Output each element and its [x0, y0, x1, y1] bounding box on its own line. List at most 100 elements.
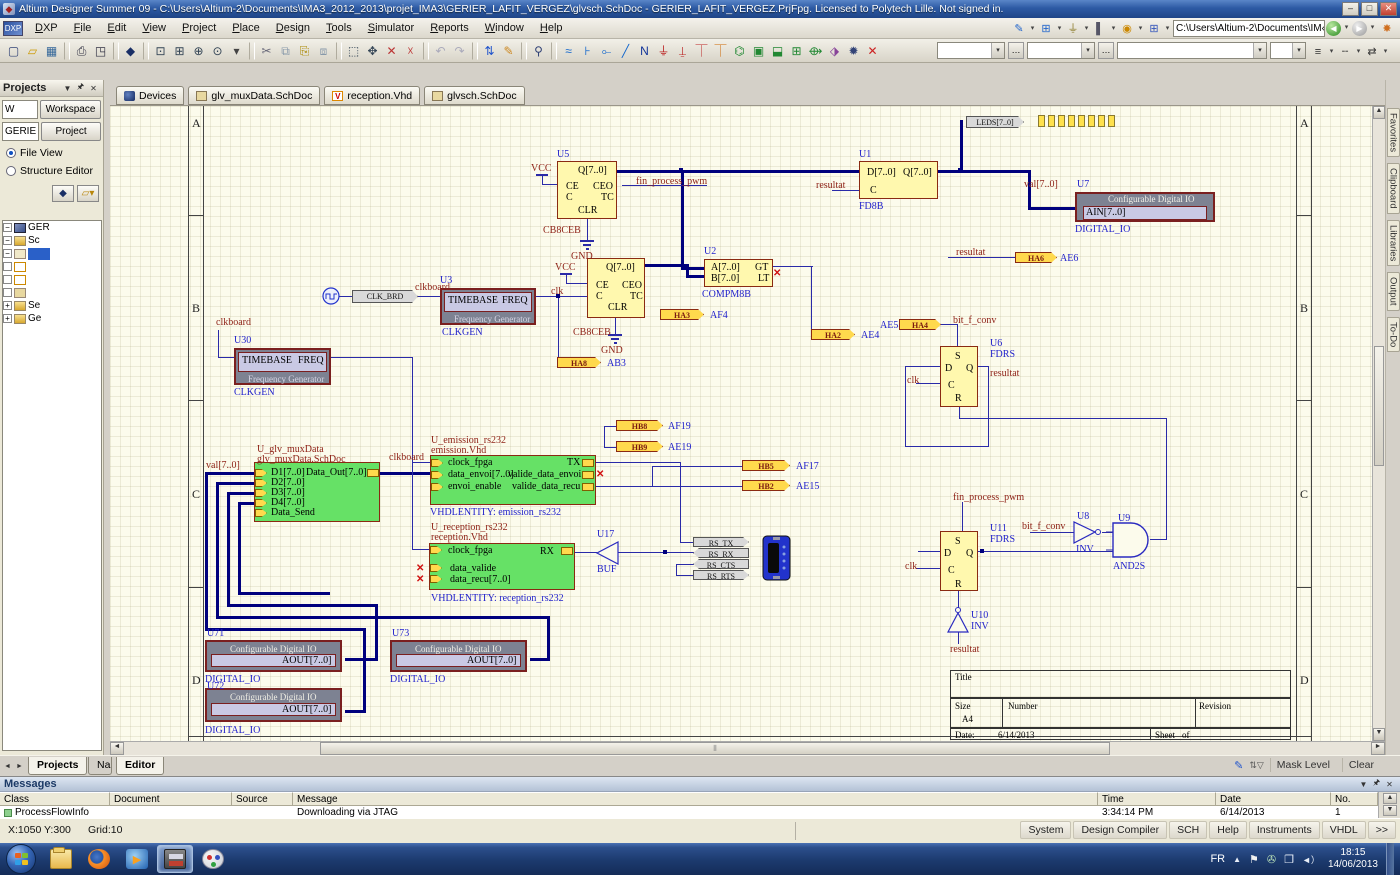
- place-text-icon[interactable]: ✹: [844, 41, 863, 60]
- taskbar-paint[interactable]: [195, 845, 231, 873]
- maximize-button[interactable]: □: [1361, 2, 1378, 16]
- zoom-in-icon[interactable]: ⊕: [189, 41, 208, 60]
- column-header[interactable]: Document: [110, 792, 232, 806]
- tab-glvsch[interactable]: glvsch.SchDoc: [424, 86, 524, 105]
- port-hb5[interactable]: HB5: [742, 460, 790, 471]
- net-label-vcc[interactable]: VCC: [531, 164, 552, 174]
- port-hb9[interactable]: HB9: [616, 441, 663, 452]
- column-header[interactable]: Message: [293, 792, 1098, 806]
- wire-ha4-s[interactable]: [957, 324, 958, 346]
- pin-label[interactable]: CE: [596, 281, 609, 291]
- net-label[interactable]: bit_f_conv: [953, 316, 996, 326]
- comment[interactable]: Configurable Digital IO: [230, 644, 316, 654]
- port-leds[interactable]: LEDS[7..0]: [966, 116, 1024, 128]
- copy-icon[interactable]: ⧉: [276, 41, 295, 60]
- wire-u6-c[interactable]: [916, 383, 940, 384]
- wire-u6-loop[interactable]: [988, 366, 989, 447]
- comment-fdrs[interactable]: FDRS: [990, 535, 1015, 545]
- wire-clkbrd[interactable]: [418, 296, 440, 297]
- bus-q-u1[interactable]: [938, 170, 1031, 173]
- pin-label[interactable]: AOUT[7..0]: [467, 656, 516, 666]
- pin-label[interactable]: S: [955, 537, 961, 547]
- bus-d4-wrap[interactable]: [238, 502, 241, 595]
- wire-clkbrd[interactable]: [339, 296, 352, 297]
- bus-u72-aout[interactable]: [345, 710, 365, 713]
- sheet-filename[interactable]: reception.Vhd: [431, 533, 488, 543]
- swap-icon[interactable]: ⇄: [1363, 43, 1381, 59]
- pin-label[interactable]: valide_data_recu: [512, 482, 580, 492]
- comment-inv[interactable]: INV: [971, 622, 989, 632]
- pin-label[interactable]: data_recu[7..0]: [450, 575, 511, 585]
- tab-reception-vhd[interactable]: V reception.Vhd: [324, 86, 420, 105]
- new-document-icon[interactable]: ▢: [4, 41, 23, 60]
- pin-label[interactable]: CLR: [578, 206, 597, 216]
- comment-clkgen[interactable]: CLKGEN: [442, 328, 483, 338]
- pin-valide-data-envoi[interactable]: [582, 471, 594, 479]
- wiring-tools-icon[interactable]: ✎: [1010, 20, 1028, 36]
- pin-label[interactable]: TC: [601, 193, 614, 203]
- tree-expander[interactable]: −: [3, 236, 12, 245]
- simulation-sources-icon[interactable]: ◉: [1118, 20, 1136, 36]
- bus-d1-wrap[interactable]: [205, 628, 366, 631]
- pin-label[interactable]: TX: [567, 458, 580, 468]
- pin-label[interactable]: TIMEBASE: [242, 356, 292, 366]
- project-button[interactable]: Project: [41, 122, 101, 141]
- wire-hb5-hb2[interactable]: [652, 466, 653, 486]
- designator-u73[interactable]: U73: [392, 629, 409, 639]
- pin-assign-ae19[interactable]: AE19: [668, 443, 691, 453]
- taskbar-firefox[interactable]: [81, 845, 117, 873]
- bus-d3-wrap[interactable]: [375, 604, 378, 661]
- zoom-selection-icon[interactable]: ⊙: [208, 41, 227, 60]
- place-no-erc-icon[interactable]: ✕: [863, 41, 882, 60]
- designator-u5[interactable]: U5: [557, 150, 569, 160]
- port-ha8[interactable]: HA8: [557, 357, 601, 368]
- designator-u11[interactable]: U11: [990, 524, 1007, 534]
- designator-u10[interactable]: U10: [971, 611, 988, 621]
- place-c-code-symbol-icon[interactable]: ⟴: [806, 41, 825, 60]
- wire-and-out[interactable]: [1166, 418, 1167, 540]
- start-button[interactable]: [6, 844, 36, 874]
- pin-label[interactable]: D: [945, 364, 952, 374]
- status-menu-button[interactable]: VHDL: [1322, 821, 1366, 839]
- gnd-bar[interactable]: [614, 342, 617, 344]
- pin-label[interactable]: C: [566, 193, 573, 203]
- path-combo[interactable]: C:\Users\Altium-2\Documents\IM‹: [1173, 20, 1325, 37]
- taskbar-altium[interactable]: [157, 845, 193, 873]
- port-clk-brd[interactable]: CLK_BRD: [352, 290, 418, 303]
- pin-label[interactable]: TC: [630, 292, 643, 302]
- menu-item[interactable]: Simulator: [360, 20, 422, 36]
- menu-item[interactable]: Reports: [422, 20, 477, 36]
- wire-gt[interactable]: [773, 266, 813, 267]
- pin-data-out[interactable]: [367, 469, 379, 477]
- place-vcc-port-icon[interactable]: ⏉: [692, 41, 711, 60]
- clear-button[interactable]: Clear: [1342, 758, 1380, 772]
- wire-hb8[interactable]: [604, 426, 616, 427]
- panel-pin-icon[interactable]: 🖈: [1370, 777, 1383, 791]
- wire-cts-rts[interactable]: [676, 564, 677, 575]
- menu-item[interactable]: Project: [174, 20, 224, 36]
- pin-valide-data-recu[interactable]: [582, 483, 594, 491]
- pin-assign-af17[interactable]: AF17: [796, 462, 819, 472]
- power-sources-icon[interactable]: ⏚: [1064, 20, 1082, 36]
- place-bus-entry-icon[interactable]: ╱: [616, 41, 635, 60]
- taskbar-explorer[interactable]: [43, 845, 79, 873]
- browse-devices-icon[interactable]: ◆: [121, 41, 140, 60]
- tree-item[interactable]: − Sc: [3, 234, 101, 247]
- minimize-button[interactable]: –: [1342, 2, 1359, 16]
- column-header[interactable]: Time: [1098, 792, 1216, 806]
- wire-freq-out[interactable]: [331, 357, 412, 358]
- save-icon[interactable]: ▦: [42, 41, 61, 60]
- annotate-icon[interactable]: ✎: [499, 41, 518, 60]
- show-desktop-button[interactable]: [1386, 843, 1394, 875]
- tree-item[interactable]: + Se: [3, 299, 101, 312]
- pin-label[interactable]: envoi_enable: [448, 482, 501, 492]
- place-port-icon[interactable]: ⬗: [825, 41, 844, 60]
- designator-u6[interactable]: U6: [990, 339, 1002, 349]
- port-rs-cts[interactable]: RS_CTS: [693, 559, 749, 569]
- open-icon[interactable]: ▱: [23, 41, 42, 60]
- altium-logo-icon[interactable]: ✸: [1378, 20, 1396, 36]
- bus-d1[interactable]: [205, 472, 255, 475]
- wire-u6-r[interactable]: [959, 418, 1167, 419]
- gnd-bar[interactable]: [586, 248, 589, 250]
- horizontal-scrollbar[interactable]: ◄ ⦀ ►: [110, 741, 1385, 755]
